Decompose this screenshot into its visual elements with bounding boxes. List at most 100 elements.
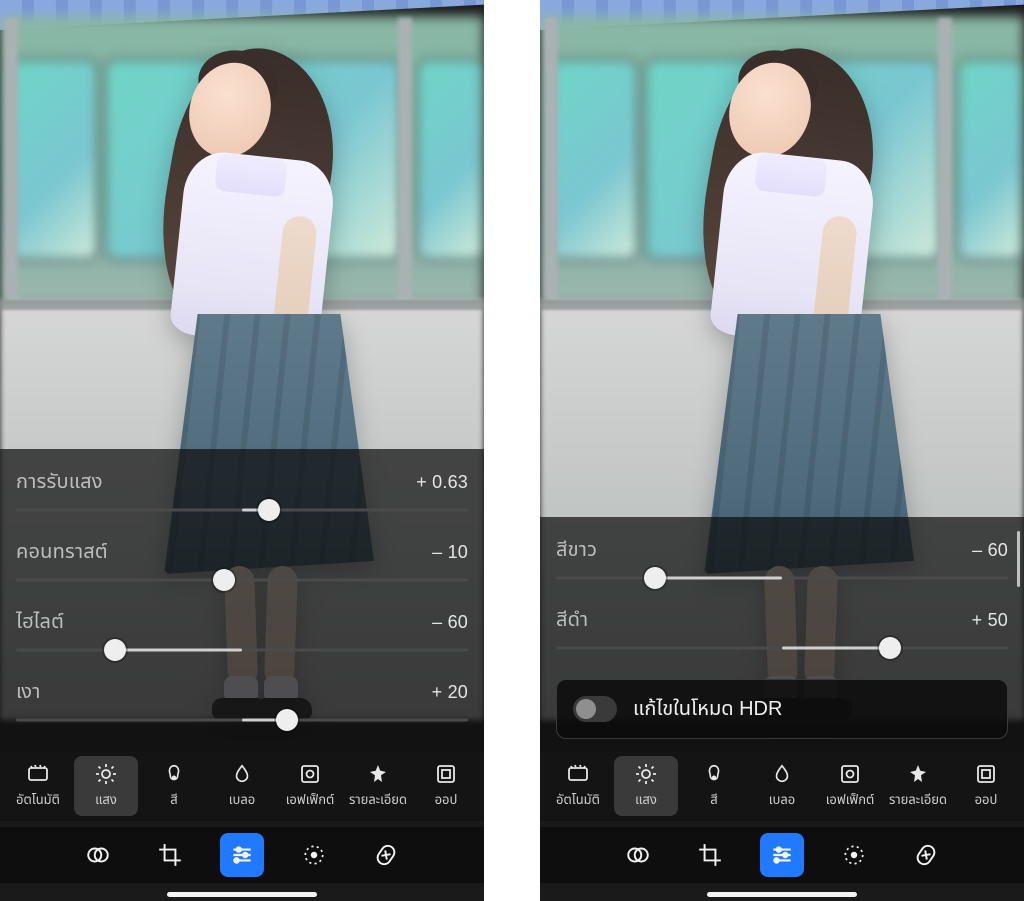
optics-icon bbox=[434, 762, 458, 786]
heal-icon bbox=[373, 842, 399, 868]
slider-highlights: ไฮไลต์ – 60 bbox=[16, 599, 468, 669]
bottom-toolbar bbox=[0, 827, 484, 883]
phone-right: สีขาว – 60 สีดำ + 50 แก้ไขในโหมด HDR bbox=[540, 0, 1024, 901]
edit-sliders-tool[interactable] bbox=[220, 833, 264, 877]
hdr-mode-row: แก้ไขในโหมด HDR bbox=[556, 679, 1008, 739]
tab-blur[interactable]: เบลอ bbox=[750, 756, 814, 816]
slider-track[interactable] bbox=[16, 567, 468, 593]
light-icon bbox=[634, 762, 658, 786]
photo-bg-board bbox=[960, 62, 1020, 257]
tab-label: เบลอ bbox=[769, 790, 795, 810]
tab-blur[interactable]: เบลอ bbox=[210, 756, 274, 816]
slider-track[interactable] bbox=[556, 635, 1008, 661]
slider-label: การรับแสง bbox=[16, 467, 103, 497]
effects-icon bbox=[298, 762, 322, 786]
tab-detail[interactable]: รายละเอียด bbox=[886, 756, 950, 816]
slider-exposure: การรับแสง + 0.63 bbox=[16, 459, 468, 529]
tab-light[interactable]: แสง bbox=[614, 756, 678, 816]
heal-icon bbox=[913, 842, 939, 868]
tab-label: รายละเอียด bbox=[349, 790, 407, 810]
healing-tool[interactable] bbox=[904, 833, 948, 877]
auto-icon bbox=[566, 762, 590, 786]
sliders-icon bbox=[229, 842, 255, 868]
slider-track[interactable] bbox=[16, 637, 468, 663]
slider-blacks: สีดำ + 50 bbox=[556, 597, 1008, 667]
tab-effects[interactable]: เอฟเฟ็กต์ bbox=[278, 756, 342, 816]
crop-tool[interactable] bbox=[148, 833, 192, 877]
presets-icon bbox=[625, 842, 651, 868]
photo-bg-board bbox=[10, 62, 95, 257]
page: การรับแสง + 0.63 คอนทราสต์ – 10 ไฮไลต์ bbox=[0, 0, 1024, 901]
slider-track[interactable] bbox=[16, 707, 468, 733]
mask-icon bbox=[301, 842, 327, 868]
tab-label: สี bbox=[710, 790, 717, 810]
tab-light[interactable]: แสง bbox=[74, 756, 138, 816]
panel-scrollbar[interactable] bbox=[1017, 531, 1020, 737]
tab-label: เอฟเฟ็กต์ bbox=[286, 790, 335, 810]
tab-optics[interactable]: ออป bbox=[954, 756, 1018, 816]
slider-contrast: คอนทราสต์ – 10 bbox=[16, 529, 468, 599]
masking-tool[interactable] bbox=[832, 833, 876, 877]
photo-bg-board bbox=[550, 62, 635, 257]
healing-tool[interactable] bbox=[364, 833, 408, 877]
blur-icon bbox=[770, 762, 794, 786]
tab-auto[interactable]: อัตโนมัติ bbox=[6, 756, 70, 816]
sliders-icon bbox=[769, 842, 795, 868]
presets-tool[interactable] bbox=[616, 833, 660, 877]
slider-label: สีดำ bbox=[556, 605, 588, 635]
tab-effects[interactable]: เอฟเฟ็กต์ bbox=[818, 756, 882, 816]
slider-shadows: เงา + 20 bbox=[16, 669, 468, 739]
home-indicator[interactable] bbox=[707, 892, 857, 897]
slider-track[interactable] bbox=[16, 497, 468, 523]
slider-label: สีขาว bbox=[556, 535, 597, 565]
tab-label: เอฟเฟ็กต์ bbox=[826, 790, 875, 810]
photo-bg-pillar bbox=[4, 18, 18, 298]
crop-tool[interactable] bbox=[688, 833, 732, 877]
edit-sliders-tool[interactable] bbox=[760, 833, 804, 877]
bottom-toolbar bbox=[540, 827, 1024, 883]
tab-label: สี bbox=[170, 790, 177, 810]
adjustments-panel: การรับแสง + 0.63 คอนทราสต์ – 10 ไฮไลต์ bbox=[0, 449, 484, 751]
crop-icon bbox=[157, 842, 183, 868]
tab-detail[interactable]: รายละเอียด bbox=[346, 756, 410, 816]
blur-icon bbox=[230, 762, 254, 786]
edit-tabs: อัตโนมัติ แสง สี เบลอ เอฟเฟ็กต์ รายละเอี… bbox=[0, 751, 484, 821]
slider-value: – 10 bbox=[408, 542, 468, 563]
photo-bg-pillar bbox=[938, 18, 952, 298]
tab-label: อัตโนมัติ bbox=[556, 790, 600, 810]
photo-bg-board bbox=[420, 62, 480, 257]
slider-label: เงา bbox=[16, 677, 41, 707]
color-icon bbox=[162, 762, 186, 786]
masking-tool[interactable] bbox=[292, 833, 336, 877]
tab-label: แสง bbox=[95, 790, 117, 810]
adjustments-panel: สีขาว – 60 สีดำ + 50 แก้ไขในโหมด HDR bbox=[540, 517, 1024, 751]
slider-value: + 20 bbox=[408, 682, 468, 703]
hdr-toggle[interactable] bbox=[573, 696, 617, 722]
tab-label: เบลอ bbox=[229, 790, 255, 810]
slider-track[interactable] bbox=[556, 565, 1008, 591]
tab-label: ออป bbox=[975, 790, 998, 810]
presets-icon bbox=[85, 842, 111, 868]
tab-label: ออป bbox=[435, 790, 458, 810]
tab-auto[interactable]: อัตโนมัติ bbox=[546, 756, 610, 816]
detail-icon bbox=[366, 762, 390, 786]
tab-color[interactable]: สี bbox=[142, 756, 206, 816]
crop-icon bbox=[697, 842, 723, 868]
slider-value: – 60 bbox=[948, 540, 1008, 561]
tab-optics[interactable]: ออป bbox=[414, 756, 478, 816]
hdr-label: แก้ไขในโหมด HDR bbox=[633, 694, 782, 724]
presets-tool[interactable] bbox=[76, 833, 120, 877]
phone-left: การรับแสง + 0.63 คอนทราสต์ – 10 ไฮไลต์ bbox=[0, 0, 484, 901]
optics-icon bbox=[974, 762, 998, 786]
edit-tabs: อัตโนมัติ แสง สี เบลอ เอฟเฟ็กต์ รายละเอี… bbox=[540, 751, 1024, 821]
color-icon bbox=[702, 762, 726, 786]
light-icon bbox=[94, 762, 118, 786]
tab-color[interactable]: สี bbox=[682, 756, 746, 816]
photo-bg-pillar bbox=[398, 18, 412, 298]
tab-label: รายละเอียด bbox=[889, 790, 947, 810]
home-indicator[interactable] bbox=[167, 892, 317, 897]
tab-label: แสง bbox=[635, 790, 657, 810]
photo-bg-pillar bbox=[544, 18, 558, 298]
slider-label: คอนทราสต์ bbox=[16, 537, 108, 567]
slider-label: ไฮไลต์ bbox=[16, 607, 64, 637]
